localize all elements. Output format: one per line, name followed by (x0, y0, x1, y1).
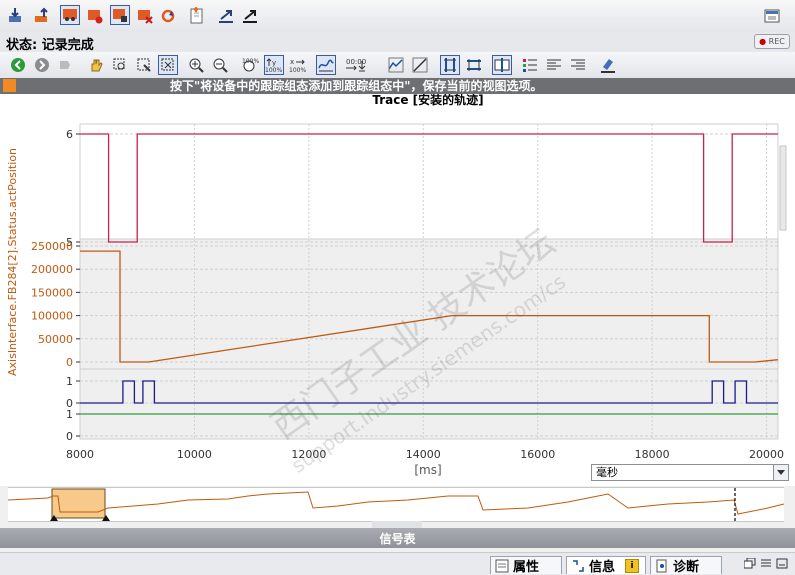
y-tick-label: 50000 (38, 333, 73, 346)
import-icon[interactable] (240, 6, 260, 26)
x-tick-label: 20000 (749, 448, 784, 461)
legend-icon[interactable] (520, 55, 540, 75)
y-tick-label: 150000 (31, 286, 73, 299)
time-offset-icon[interactable]: 00:00 (346, 55, 366, 75)
pan-hand-icon[interactable] (86, 55, 106, 75)
hint-banner: 按下"将设备中的跟踪组态添加到跟踪组态中"，保存当前的视图选项。 (0, 78, 795, 94)
x-axis-label: [ms] (414, 463, 441, 477)
info-icon: i (625, 558, 639, 573)
tab-diagnostics[interactable]: 诊断 (650, 556, 722, 575)
x-tick-label: 14000 (406, 448, 441, 461)
rec-badge: ● REC (754, 34, 790, 49)
add-to-configuration-icon[interactable] (187, 6, 207, 26)
time-unit-value: 毫秒 (596, 466, 618, 479)
horizontal-measure-cursor-icon[interactable] (464, 55, 484, 75)
splitter-handle[interactable] (372, 521, 422, 528)
diagnostics-icon (656, 559, 667, 572)
y-tick-label: 1 (66, 375, 73, 388)
overview-selection[interactable] (51, 488, 106, 519)
zoom-x-100-icon[interactable]: x 100% (288, 55, 308, 75)
overview-curve (8, 491, 784, 515)
zoom-y-100-icon[interactable]: y 100% (264, 55, 284, 75)
chevron-down-icon[interactable] (773, 465, 788, 480)
zoom-out-icon[interactable] (210, 55, 230, 75)
chart-title: Trace [安装的轨迹] (372, 94, 483, 107)
trace-chart-area[interactable]: 8000 10000 12000 14000 16000 18000 20000 6 5 2500… (0, 94, 795, 486)
svg-text:100%: 100% (242, 58, 259, 65)
info-tab-icon (573, 559, 584, 572)
y-tick-label: 1 (66, 408, 73, 421)
zoom-select-icon[interactable] (110, 55, 130, 75)
svg-text:y: y (272, 59, 276, 67)
y-tick-label: 250000 (31, 240, 73, 253)
tab-properties[interactable]: 属性 (490, 556, 562, 575)
svg-text:00:00: 00:00 (346, 58, 366, 66)
properties-icon (495, 559, 509, 572)
y-axis-label: AxisInterface.FB284[2].Status.actPositio… (6, 148, 19, 376)
y-tick-label: 0 (66, 430, 73, 443)
hint-icon (3, 79, 16, 92)
x-tick-label: 10000 (177, 448, 212, 461)
export-icon[interactable] (216, 6, 236, 26)
back-icon[interactable] (8, 55, 28, 75)
inspector-tabs: 属性 信息 i 诊断 (0, 552, 795, 575)
cursor-values-icon[interactable] (492, 55, 512, 75)
vertical-measure-cursor-icon[interactable] (440, 55, 460, 75)
y-tick-label: 0 (66, 356, 73, 369)
chart-toolbar: 100% y 100% x 100% 00:00 (0, 52, 795, 79)
restore-window-icon[interactable] (743, 557, 756, 569)
align-right-icon[interactable] (568, 55, 588, 75)
x-tick-label: 8000 (66, 448, 94, 461)
zoom-fit-icon[interactable] (158, 55, 178, 75)
stop-recording-icon[interactable] (110, 5, 130, 25)
signal-table-label: 信号表 (379, 532, 416, 546)
view-layout-icon[interactable] (762, 6, 782, 26)
minimize-icon[interactable] (776, 558, 788, 569)
y-tick-label: 6 (66, 128, 73, 141)
time-unit-select[interactable]: 毫秒 (591, 464, 789, 481)
start-recording-icon[interactable] (85, 6, 105, 26)
highlight-icon[interactable] (598, 55, 618, 75)
monitor-icon[interactable] (60, 5, 80, 25)
status-label: 状态: 记录完成 (6, 38, 94, 53)
rec-label: REC (768, 37, 785, 46)
curve-view-icon[interactable] (316, 55, 336, 75)
main-toolbar (0, 0, 795, 33)
align-left-icon[interactable] (544, 55, 564, 75)
download-to-device-icon[interactable] (6, 6, 26, 26)
zoom-area-icon[interactable] (134, 55, 154, 75)
vertical-scroll[interactable] (779, 145, 787, 231)
trace-chart[interactable]: 8000 10000 12000 14000 16000 18000 20000652500… (0, 94, 795, 486)
repeat-recording-icon[interactable] (158, 6, 178, 26)
upload-from-device-icon[interactable] (32, 6, 52, 26)
y-tick-label: 200000 (31, 263, 73, 276)
x-tick-label: 16000 (520, 448, 555, 461)
flag-icon[interactable] (56, 55, 76, 75)
svg-text:x: x (290, 58, 294, 66)
svg-text:100%: 100% (289, 67, 306, 73)
tab-info[interactable]: 信息 i (566, 556, 646, 575)
zoom-in-icon[interactable] (186, 55, 206, 75)
signal-view-icon[interactable] (386, 55, 406, 75)
diagonal-view-icon[interactable] (410, 55, 430, 75)
hint-text: 按下"将设备中的跟踪组态添加到跟踪组态中"，保存当前的视图选项。 (170, 79, 543, 93)
forward-icon[interactable] (32, 55, 52, 75)
svg-text:100%: 100% (265, 67, 282, 73)
y-tick-label: 100000 (31, 310, 73, 323)
x-tick-label: 18000 (635, 448, 670, 461)
zoom-100-icon[interactable]: 100% (240, 55, 260, 75)
signal-table-bar[interactable]: 信号表 (0, 528, 795, 548)
tab-info-label: 信息 (589, 560, 616, 575)
menu-icon[interactable] (760, 558, 772, 569)
top-plot-area[interactable] (79, 123, 779, 240)
delete-recording-icon[interactable] (135, 6, 155, 26)
tab-properties-label: 属性 (513, 560, 540, 575)
overview-strip[interactable] (8, 487, 784, 522)
status-bar: 状态: 记录完成 (0, 32, 795, 53)
tab-diagnostics-label: 诊断 (673, 560, 700, 575)
